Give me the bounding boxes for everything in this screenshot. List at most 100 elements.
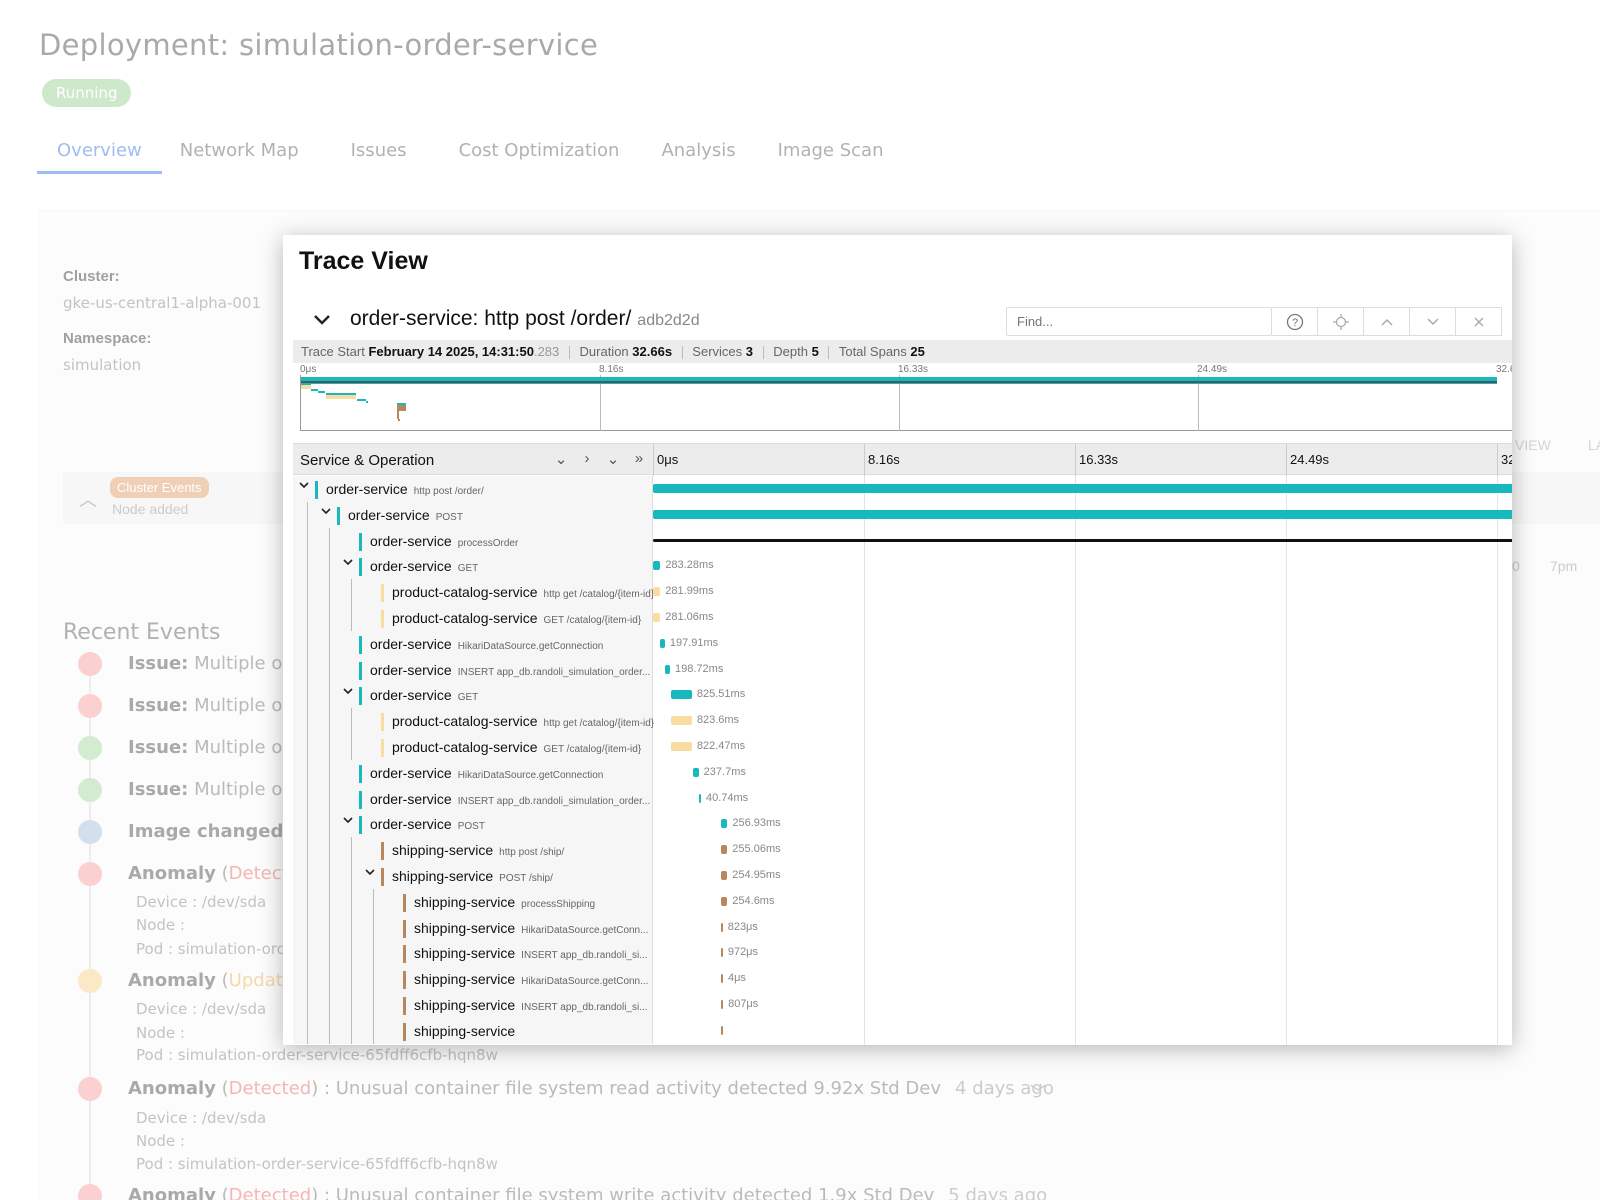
span-timeline-cell [653,476,1512,502]
span-bar[interactable] [720,845,728,855]
event-status: Detected [228,1185,312,1200]
span-timeline-cell: 972μs [653,940,1512,966]
span-row[interactable]: shipping-service processShipping 254.6ms [293,888,1512,915]
span-bar[interactable] [698,793,701,803]
span-name-cell: order-service INSERT app_db.randoli_simul… [293,656,653,683]
span-row[interactable]: shipping-service [293,1017,1512,1044]
span-bar[interactable] [670,742,692,751]
expand-all-icon[interactable]: » [629,450,649,468]
tree-guide-line [307,682,308,709]
chevron-up-icon[interactable]: ︿ [79,486,97,512]
span-bar[interactable] [720,896,728,906]
span-bar[interactable] [664,664,670,674]
chevron-down-icon[interactable] [1410,307,1456,336]
expand-one-icon[interactable]: › [577,450,597,468]
span-name-cell: shipping-service [293,1017,653,1044]
span-row[interactable]: order-service processOrder [293,527,1512,554]
span-row[interactable]: order-service INSERT app_db.randoli_simul… [293,656,1512,683]
span-row[interactable]: order-service INSERT app_db.randoli_simul… [293,785,1512,812]
help-icon[interactable]: ? [1272,307,1318,336]
span-row[interactable]: product-catalog-service http get /catalog… [293,708,1512,735]
service-color-bar [403,997,406,1015]
span-row[interactable]: order-service POST [293,501,1512,528]
recent-events-title: Recent Events [63,620,221,645]
span-bar[interactable] [720,974,723,984]
span-row[interactable]: shipping-service HikariDataSource.getConn… [293,966,1512,993]
span-row[interactable]: order-service HikariDataSource.getConnect… [293,630,1512,657]
span-bar[interactable] [670,716,692,726]
span-row[interactable]: order-service GET 825.51ms [293,682,1512,709]
span-row[interactable]: shipping-service http post /ship/255.06ms [293,837,1512,864]
span-bar[interactable] [720,922,723,932]
tree-guide-line [351,1017,352,1044]
span-duration-label: 255.06ms [732,843,781,856]
tree-guide-line [329,708,330,734]
event-kind: Issue: [128,653,189,674]
modal-title: Trace View [299,247,428,275]
span-operation-name: GET /catalog/{item-id} [543,615,642,626]
collapse-all-icon[interactable]: ⌄ [603,450,623,468]
trace-minimap[interactable]: 0μs 8.16s 16.33s 24.49s 32.6 [293,363,1512,433]
chart-axis-label: 0 [1512,558,1520,574]
status-badge: Running [42,79,132,107]
tab-overview[interactable]: Overview [37,134,162,174]
timeline-gridline [1286,444,1287,476]
span-list: order-service http post /order/order-serv… [293,476,1512,1045]
locate-icon[interactable] [1318,307,1364,336]
chevron-up-icon[interactable] [1364,307,1410,336]
tab-cost-optimization[interactable]: Cost Optimization [439,134,640,174]
span-bar[interactable] [659,638,665,648]
expand-toggle-icon[interactable] [342,685,356,700]
span-bar[interactable] [653,484,1512,493]
span-bar[interactable] [720,819,728,829]
span-row[interactable]: shipping-service HikariDataSource.getConn… [293,914,1512,941]
expand-toggle-icon[interactable] [320,505,334,520]
expand-toggle-icon[interactable] [364,866,378,881]
collapse-one-icon[interactable]: ⌄ [551,450,571,468]
span-bar[interactable] [653,613,661,622]
chevron-down-icon[interactable] [313,311,331,329]
span-bar[interactable] [721,1000,724,1009]
span-operation-name: HikariDataSource.getConn... [521,976,649,988]
span-row[interactable]: order-service GET 283.28ms [293,553,1512,580]
span-name-cell: product-catalog-service http get /catalog… [293,708,654,735]
service-color-bar [315,481,318,499]
tab-image-scan[interactable]: Image Scan [758,134,904,174]
span-bar[interactable] [720,948,723,958]
span-row[interactable]: product-catalog-service GET /catalog/{ite… [293,734,1512,760]
span-row[interactable]: product-catalog-service http get /catalog… [293,579,1512,606]
span-service-name: shipping-service [414,919,516,936]
span-name-cell: shipping-service POST /ship/ [293,863,653,889]
span-row[interactable]: shipping-service POST /ship/254.95ms [293,863,1512,889]
expand-toggle-icon[interactable] [342,556,356,571]
span-service-name: shipping-service [414,971,516,988]
close-icon[interactable] [1456,307,1502,336]
find-input[interactable] [1006,307,1272,336]
minimap-tick: 24.49s [1197,364,1228,375]
expand-toggle-icon[interactable] [298,479,312,494]
span-bar[interactable] [653,538,1512,542]
tree-guide-line [373,914,374,941]
expand-toggle-icon[interactable] [342,814,356,829]
span-timeline-cell: 283.28ms [653,553,1512,579]
span-row[interactable]: shipping-service INSERT app_db.randoli_si… [293,940,1512,967]
tab-network-map[interactable]: Network Map [160,134,319,174]
span-row[interactable]: product-catalog-service GET /catalog/{ite… [293,605,1512,631]
event-dot [78,778,102,802]
span-bar[interactable] [653,561,661,571]
span-bar[interactable] [653,587,661,597]
span-bar[interactable] [692,767,699,777]
span-bar[interactable] [653,509,1512,519]
span-bar[interactable] [720,871,728,880]
span-bar[interactable] [670,690,692,700]
span-row[interactable]: order-service POST 256.93ms [293,811,1512,838]
tab-issues[interactable]: Issues [331,134,427,174]
span-row[interactable]: order-service http post /order/ [293,476,1512,502]
minimap-area[interactable] [300,375,1512,431]
tab-analysis[interactable]: Analysis [641,134,755,174]
span-row[interactable]: order-service HikariDataSource.getConnect… [293,759,1512,786]
timeline-tick-label: 8.16s [868,452,900,467]
chevron-down-icon[interactable]: ﹀ [1030,1079,1046,1103]
span-row[interactable]: shipping-service INSERT app_db.randoli_si… [293,992,1512,1018]
span-bar[interactable] [721,1025,724,1035]
